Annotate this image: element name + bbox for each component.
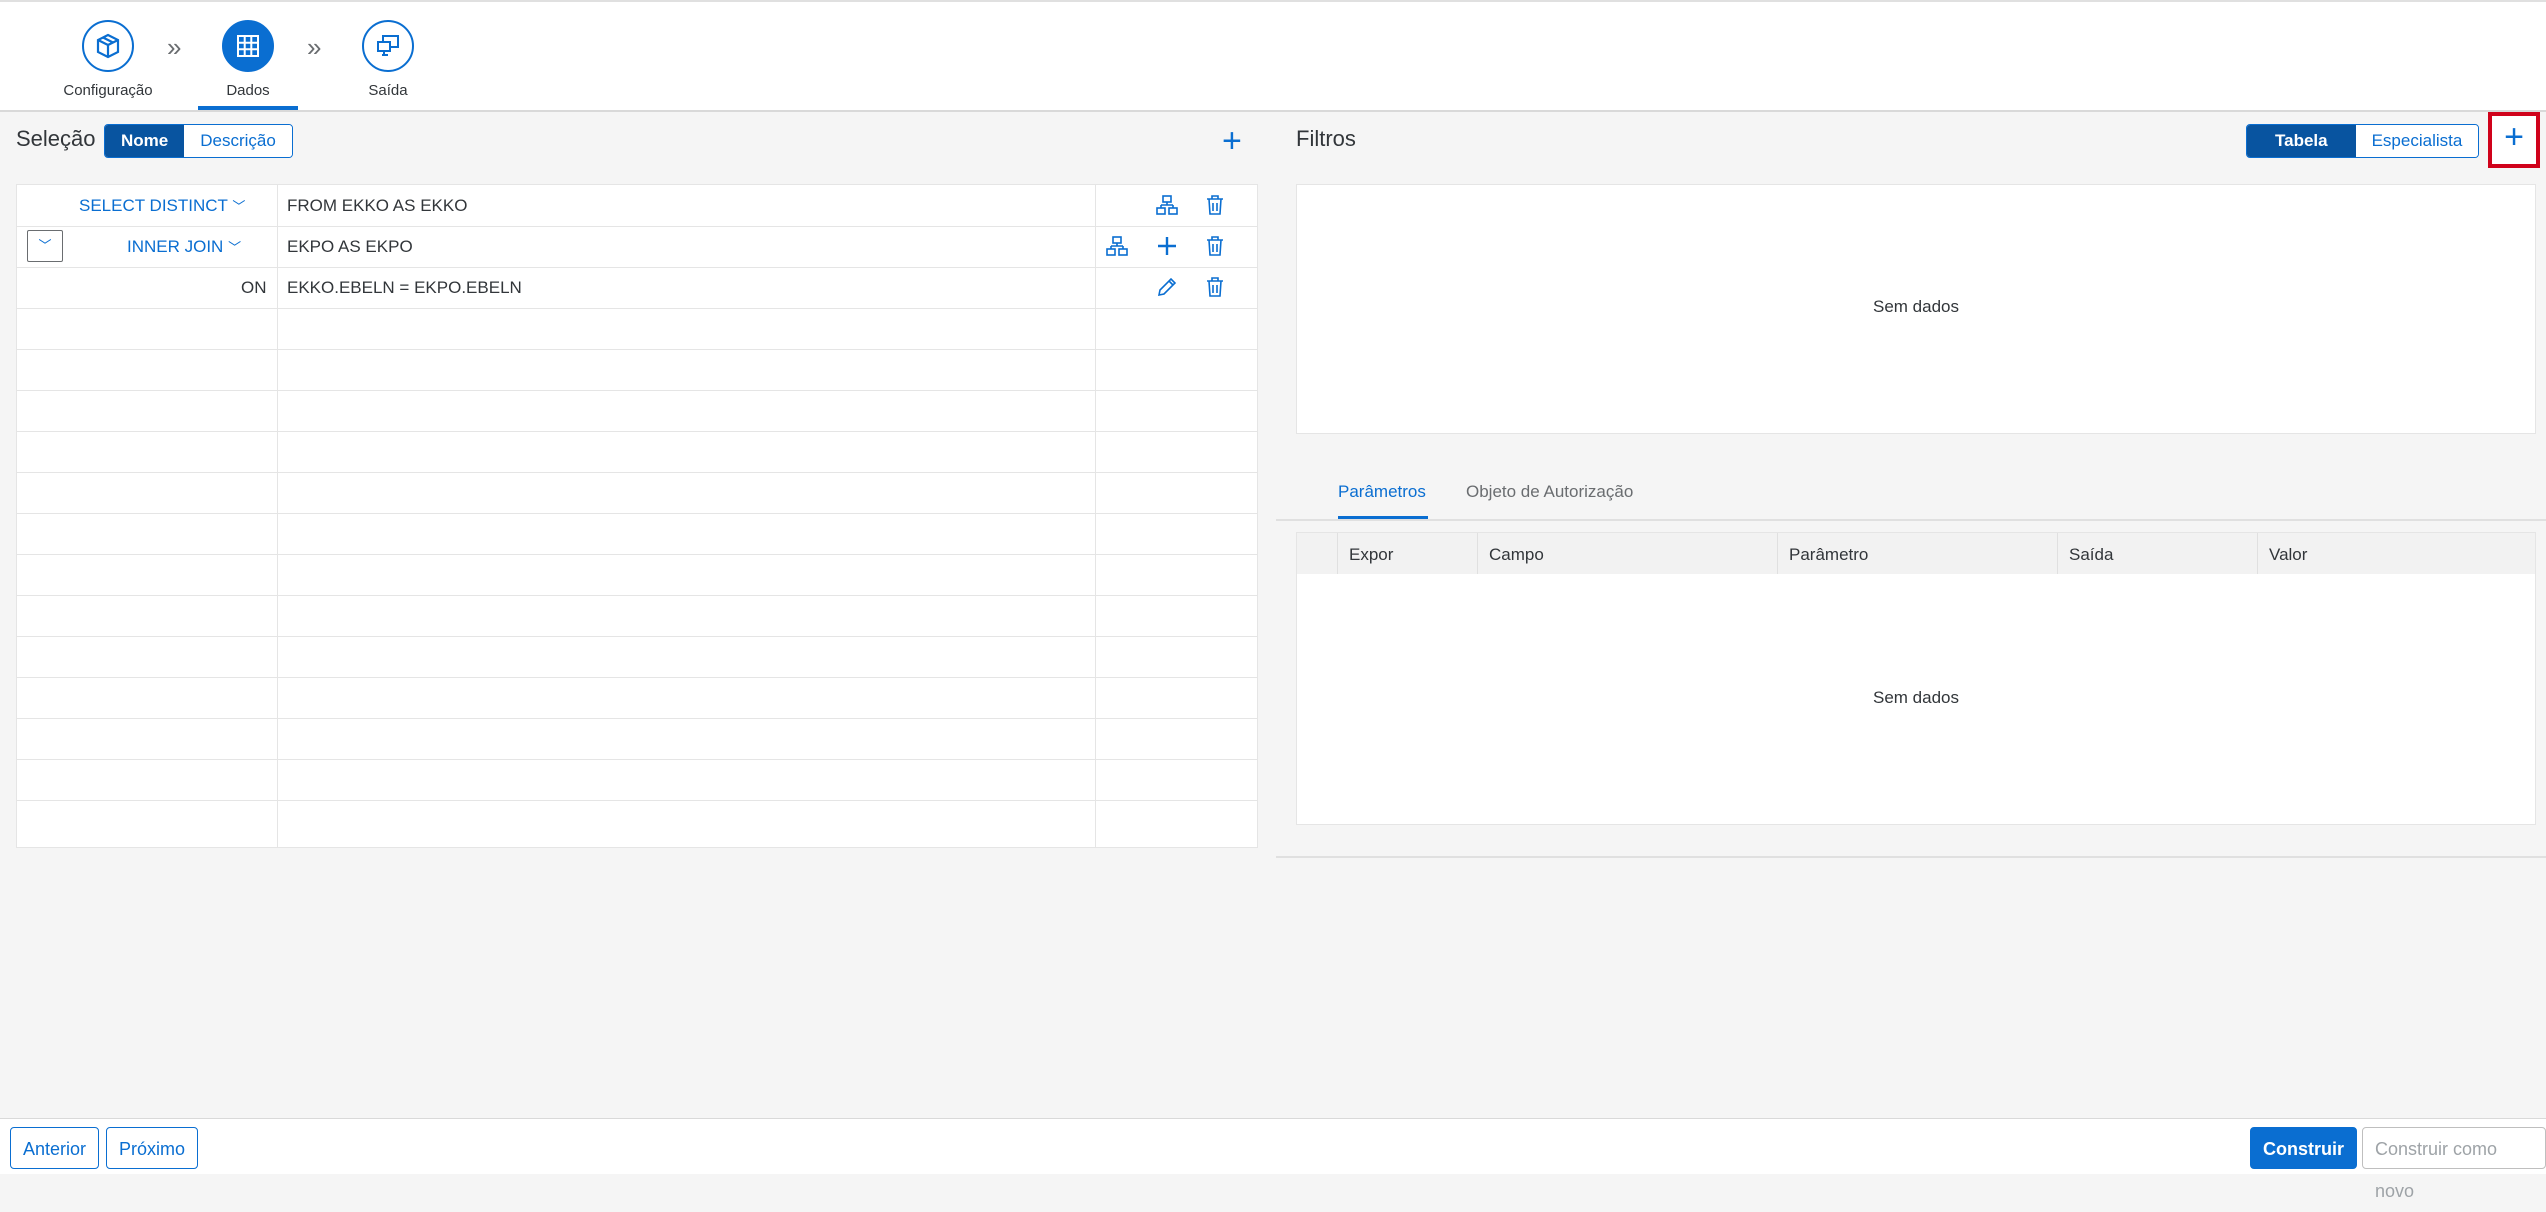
pencil-icon[interactable] xyxy=(1155,275,1179,299)
monitor-icon xyxy=(362,20,414,72)
empty-row xyxy=(17,431,1257,473)
collapse-toggle-button[interactable]: ﹀ xyxy=(27,230,63,262)
col-valor: Valor xyxy=(2269,545,2308,564)
filtros-title: Filtros xyxy=(1296,126,1356,151)
col-parametro: Parâmetro xyxy=(1789,545,1869,564)
toggle-especialista[interactable]: Especialista xyxy=(2355,125,2479,157)
column-divider xyxy=(1477,533,1478,575)
trash-icon[interactable] xyxy=(1203,193,1227,217)
empty-row xyxy=(17,800,1257,841)
step-saida[interactable]: Saída xyxy=(318,20,458,99)
empty-row xyxy=(17,636,1257,678)
filtros-toggle: Tabela Especialista xyxy=(2246,124,2480,158)
construir-como-novo-button[interactable]: Construir como novo xyxy=(2362,1127,2546,1201)
proximo-button[interactable]: Próximo xyxy=(106,1127,199,1169)
toggle-tabela[interactable]: Tabela xyxy=(2247,125,2356,157)
table-row: ON EKKO.EBELN = EKPO.EBELN xyxy=(17,267,1257,309)
param-table-body: Sem dados xyxy=(1296,574,2536,825)
chevron-down-icon: ﹀ xyxy=(232,199,246,214)
active-step-indicator xyxy=(198,106,298,110)
row-text: EKKO.EBELN = EKPO.EBELN xyxy=(287,278,522,297)
column-divider xyxy=(2057,533,2058,575)
add-filter-button[interactable]: + xyxy=(2488,112,2540,168)
step-label: Saída xyxy=(368,82,408,99)
hierarchy-icon[interactable] xyxy=(1105,234,1129,258)
hierarchy-icon[interactable] xyxy=(1155,193,1179,217)
col-saida: Saída xyxy=(2069,545,2114,564)
plus-icon[interactable] xyxy=(1155,234,1179,258)
empty-row xyxy=(17,759,1257,801)
empty-row xyxy=(17,349,1257,391)
grid-icon xyxy=(222,20,274,72)
column-divider xyxy=(1337,533,1338,575)
column-divider xyxy=(1777,533,1778,575)
empty-row xyxy=(17,308,1257,350)
selecao-title: Seleção xyxy=(16,126,96,151)
trash-icon[interactable] xyxy=(1203,275,1227,299)
empty-row xyxy=(17,677,1257,719)
tab-objeto-autorizacao[interactable]: Objeto de Autorização xyxy=(1466,482,1633,502)
chevron-down-icon: ﹀ xyxy=(228,240,242,255)
footer-bar: Anterior Próximo Construir Construir com… xyxy=(0,1118,2546,1201)
plus-icon: + xyxy=(2504,118,2524,156)
row-text: FROM EKKO AS EKKO xyxy=(287,196,468,215)
empty-row xyxy=(17,390,1257,432)
filtros-panel: Sem dados xyxy=(1296,184,2536,434)
section-divider xyxy=(1276,856,2546,858)
tab-parametros[interactable]: Parâmetros xyxy=(1338,482,1426,502)
empty-row xyxy=(17,513,1257,555)
package-icon xyxy=(82,20,134,72)
step-dados[interactable]: Dados xyxy=(178,20,318,99)
add-selection-button[interactable]: + xyxy=(1222,124,1242,158)
keyword-select-distinct[interactable]: SELECT DISTINCT ﹀ xyxy=(79,196,245,216)
empty-row xyxy=(17,472,1257,514)
wizard-header: Configuração » Dados » Saída xyxy=(0,0,2546,112)
selecao-toggle: Nome Descrição xyxy=(104,124,293,158)
empty-message: Sem dados xyxy=(1873,688,1959,707)
construir-button[interactable]: Construir xyxy=(2250,1127,2357,1169)
step-label: Dados xyxy=(226,82,270,99)
anterior-button[interactable]: Anterior xyxy=(10,1127,100,1169)
empty-row xyxy=(17,595,1257,637)
toggle-descricao[interactable]: Descrição xyxy=(184,125,292,157)
empty-row xyxy=(17,554,1257,596)
col-expor: Expor xyxy=(1349,545,1394,564)
keyword-on: ON xyxy=(241,278,267,297)
step-configuracao[interactable]: Configuração xyxy=(38,20,178,99)
empty-message: Sem dados xyxy=(1873,297,1959,316)
chevron-down-icon: ﹀ xyxy=(38,238,52,253)
step-label: Configuração xyxy=(63,82,153,99)
column-divider xyxy=(2257,533,2258,575)
selection-grid: SELECT DISTINCT ﹀ FROM EKKO AS EKKO ﹀ IN… xyxy=(16,184,1258,848)
row-text: EKPO AS EKPO xyxy=(287,237,413,256)
col-campo: Campo xyxy=(1489,545,1544,564)
empty-row xyxy=(17,718,1257,760)
param-table-header: Expor Campo Parâmetro Saída Valor xyxy=(1296,532,2536,576)
table-row: SELECT DISTINCT ﹀ FROM EKKO AS EKKO xyxy=(17,185,1257,227)
table-row: ﹀ INNER JOIN ﹀ EKPO AS EKPO xyxy=(17,226,1257,268)
keyword-inner-join[interactable]: INNER JOIN ﹀ xyxy=(127,237,241,257)
toggle-nome[interactable]: Nome xyxy=(105,125,185,157)
tab-bar-divider xyxy=(1276,519,2546,521)
trash-icon[interactable] xyxy=(1203,234,1227,258)
